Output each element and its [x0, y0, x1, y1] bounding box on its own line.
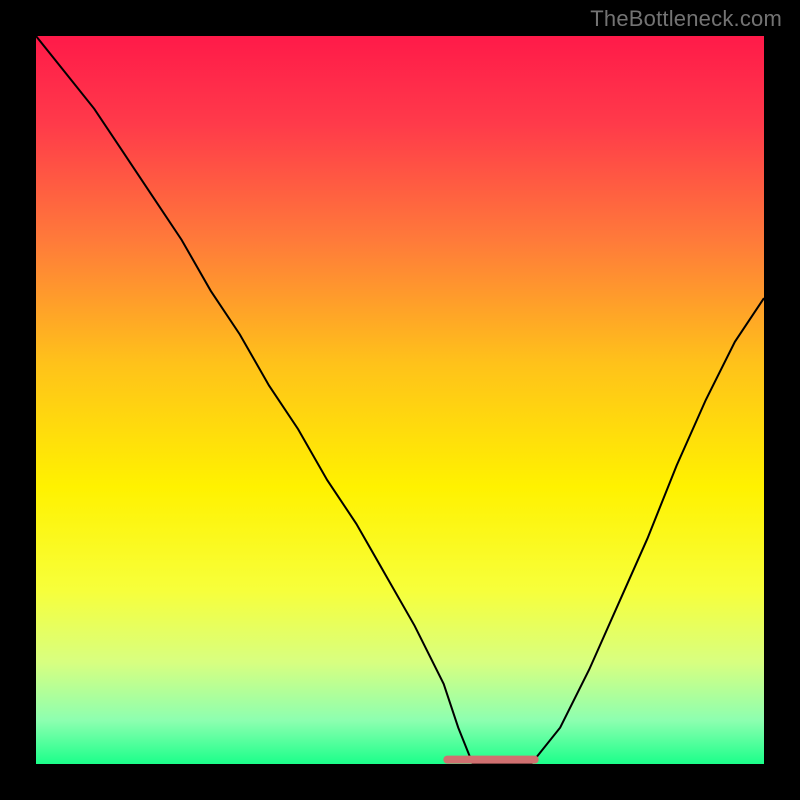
chart-svg — [36, 36, 764, 764]
watermark-text: TheBottleneck.com — [590, 6, 782, 32]
plot-area — [36, 36, 764, 764]
plot-background — [36, 36, 764, 764]
chart-frame: TheBottleneck.com — [0, 0, 800, 800]
